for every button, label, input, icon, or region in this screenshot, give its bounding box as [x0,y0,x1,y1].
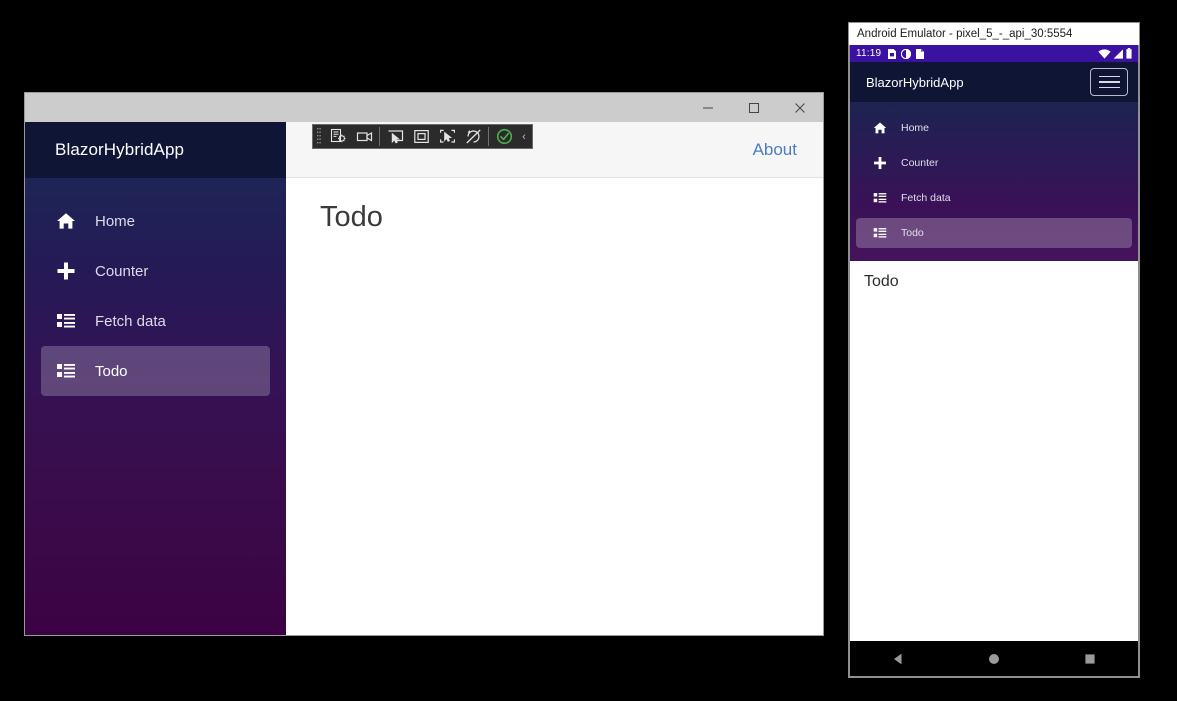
emulator-screen: 11:19 BlazorHybridApp Home Counter Fetch… [849,45,1139,641]
sim-card-icon [888,48,897,59]
android-emulator-window: Android Emulator - pixel_5_-_api_30:5554… [848,22,1140,678]
toolbar-separator [379,127,380,146]
toolbar-separator [488,127,489,146]
emulator-app-title: BlazorHybridApp [866,74,964,90]
window-close-button[interactable] [777,93,823,122]
hamburger-menu-icon[interactable] [1090,68,1128,96]
sidebar-brand[interactable]: BlazorHybridApp [25,122,286,178]
emulator-content: Todo [850,261,1138,641]
window-maximize-button[interactable] [731,93,777,122]
sidebar-item-label: Fetch data [95,312,166,330]
sidebar-item-fetch-data[interactable]: Fetch data [41,296,270,346]
about-link[interactable]: About [753,140,797,160]
sidebar-item-label: Home [95,212,136,230]
home-button[interactable] [964,641,1024,677]
recents-button[interactable] [1060,641,1120,677]
plus-icon [872,156,887,171]
hot-reload-enabled-icon[interactable] [491,125,517,148]
select-element-icon[interactable] [382,125,408,148]
list-icon [872,226,887,241]
emulator-nav-item-todo[interactable]: Todo [856,218,1132,248]
plus-icon [55,260,77,282]
android-system-nav-bar [849,641,1139,677]
home-icon [55,210,77,232]
sidebar: BlazorHybridApp Home Counter Fetch data … [25,122,286,635]
sidebar-item-counter[interactable]: Counter [41,246,270,296]
emulator-nav-menu: Home Counter Fetch data Todo [850,102,1138,261]
home-icon [872,121,887,136]
screen-root: BlazorHybridApp Home Counter Fetch data … [0,0,1177,701]
page-title: Todo [320,201,383,233]
contrast-icon [901,48,912,59]
emulator-nav-label: Home [901,122,930,134]
list-icon [55,310,77,332]
android-status-bar: 11:19 [850,45,1138,62]
emulator-title-label: Android Emulator - pixel_5_-_api_30:5554 [857,28,1073,40]
status-clock: 11:19 [856,48,882,59]
toolbar-collapse-chevron-icon[interactable]: ‹ [517,125,531,148]
sidebar-item-label: Todo [95,362,128,380]
emulator-page-title: Todo [864,273,899,290]
battery-icon [1126,48,1132,59]
window-body: BlazorHybridApp Home Counter Fetch data … [24,122,824,636]
emulator-nav-label: Counter [901,157,939,169]
list-icon [872,191,887,206]
list-icon [55,360,77,382]
emulator-nav-label: Todo [901,227,924,239]
emulator-nav-item-counter[interactable]: Counter [856,148,1132,178]
emulator-nav-label: Fetch data [901,192,951,204]
disable-hot-reload-icon[interactable] [460,125,486,148]
emulator-nav-item-fetch-data[interactable]: Fetch data [856,183,1132,213]
sd-card-icon [916,48,925,59]
signal-icon [1113,48,1124,59]
sidebar-nav-list: Home Counter Fetch data Todo [25,178,286,396]
status-right-icons [1098,48,1132,59]
cutoff-footer-sliver [286,631,823,635]
wifi-icon [1098,48,1111,59]
live-preview-camera-icon[interactable] [351,125,377,148]
emulator-nav-item-home[interactable]: Home [856,113,1132,143]
toolbar-drag-handle[interactable] [314,125,324,148]
go-to-live-visual-tree-icon[interactable] [325,125,351,148]
desktop-app-window: BlazorHybridApp Home Counter Fetch data … [24,92,824,636]
content-body: Todo [286,178,823,257]
sidebar-brand-label: BlazorHybridApp [55,140,185,159]
content-pane: About Todo ‹ [286,122,823,635]
emulator-app-bar: BlazorHybridApp [850,62,1138,102]
sidebar-item-label: Counter [95,262,149,280]
display-layout-adorner-icon[interactable] [408,125,434,148]
emulator-title-bar[interactable]: Android Emulator - pixel_5_-_api_30:5554 [849,23,1139,45]
back-button[interactable] [868,641,928,677]
status-left-icons [888,48,925,59]
window-title-bar[interactable] [24,92,824,122]
visual-studio-live-toolbar[interactable]: ‹ [312,124,533,149]
track-focused-element-icon[interactable] [434,125,460,148]
sidebar-item-home[interactable]: Home [41,196,270,246]
window-minimize-button[interactable] [685,93,731,122]
sidebar-item-todo[interactable]: Todo [41,346,270,396]
